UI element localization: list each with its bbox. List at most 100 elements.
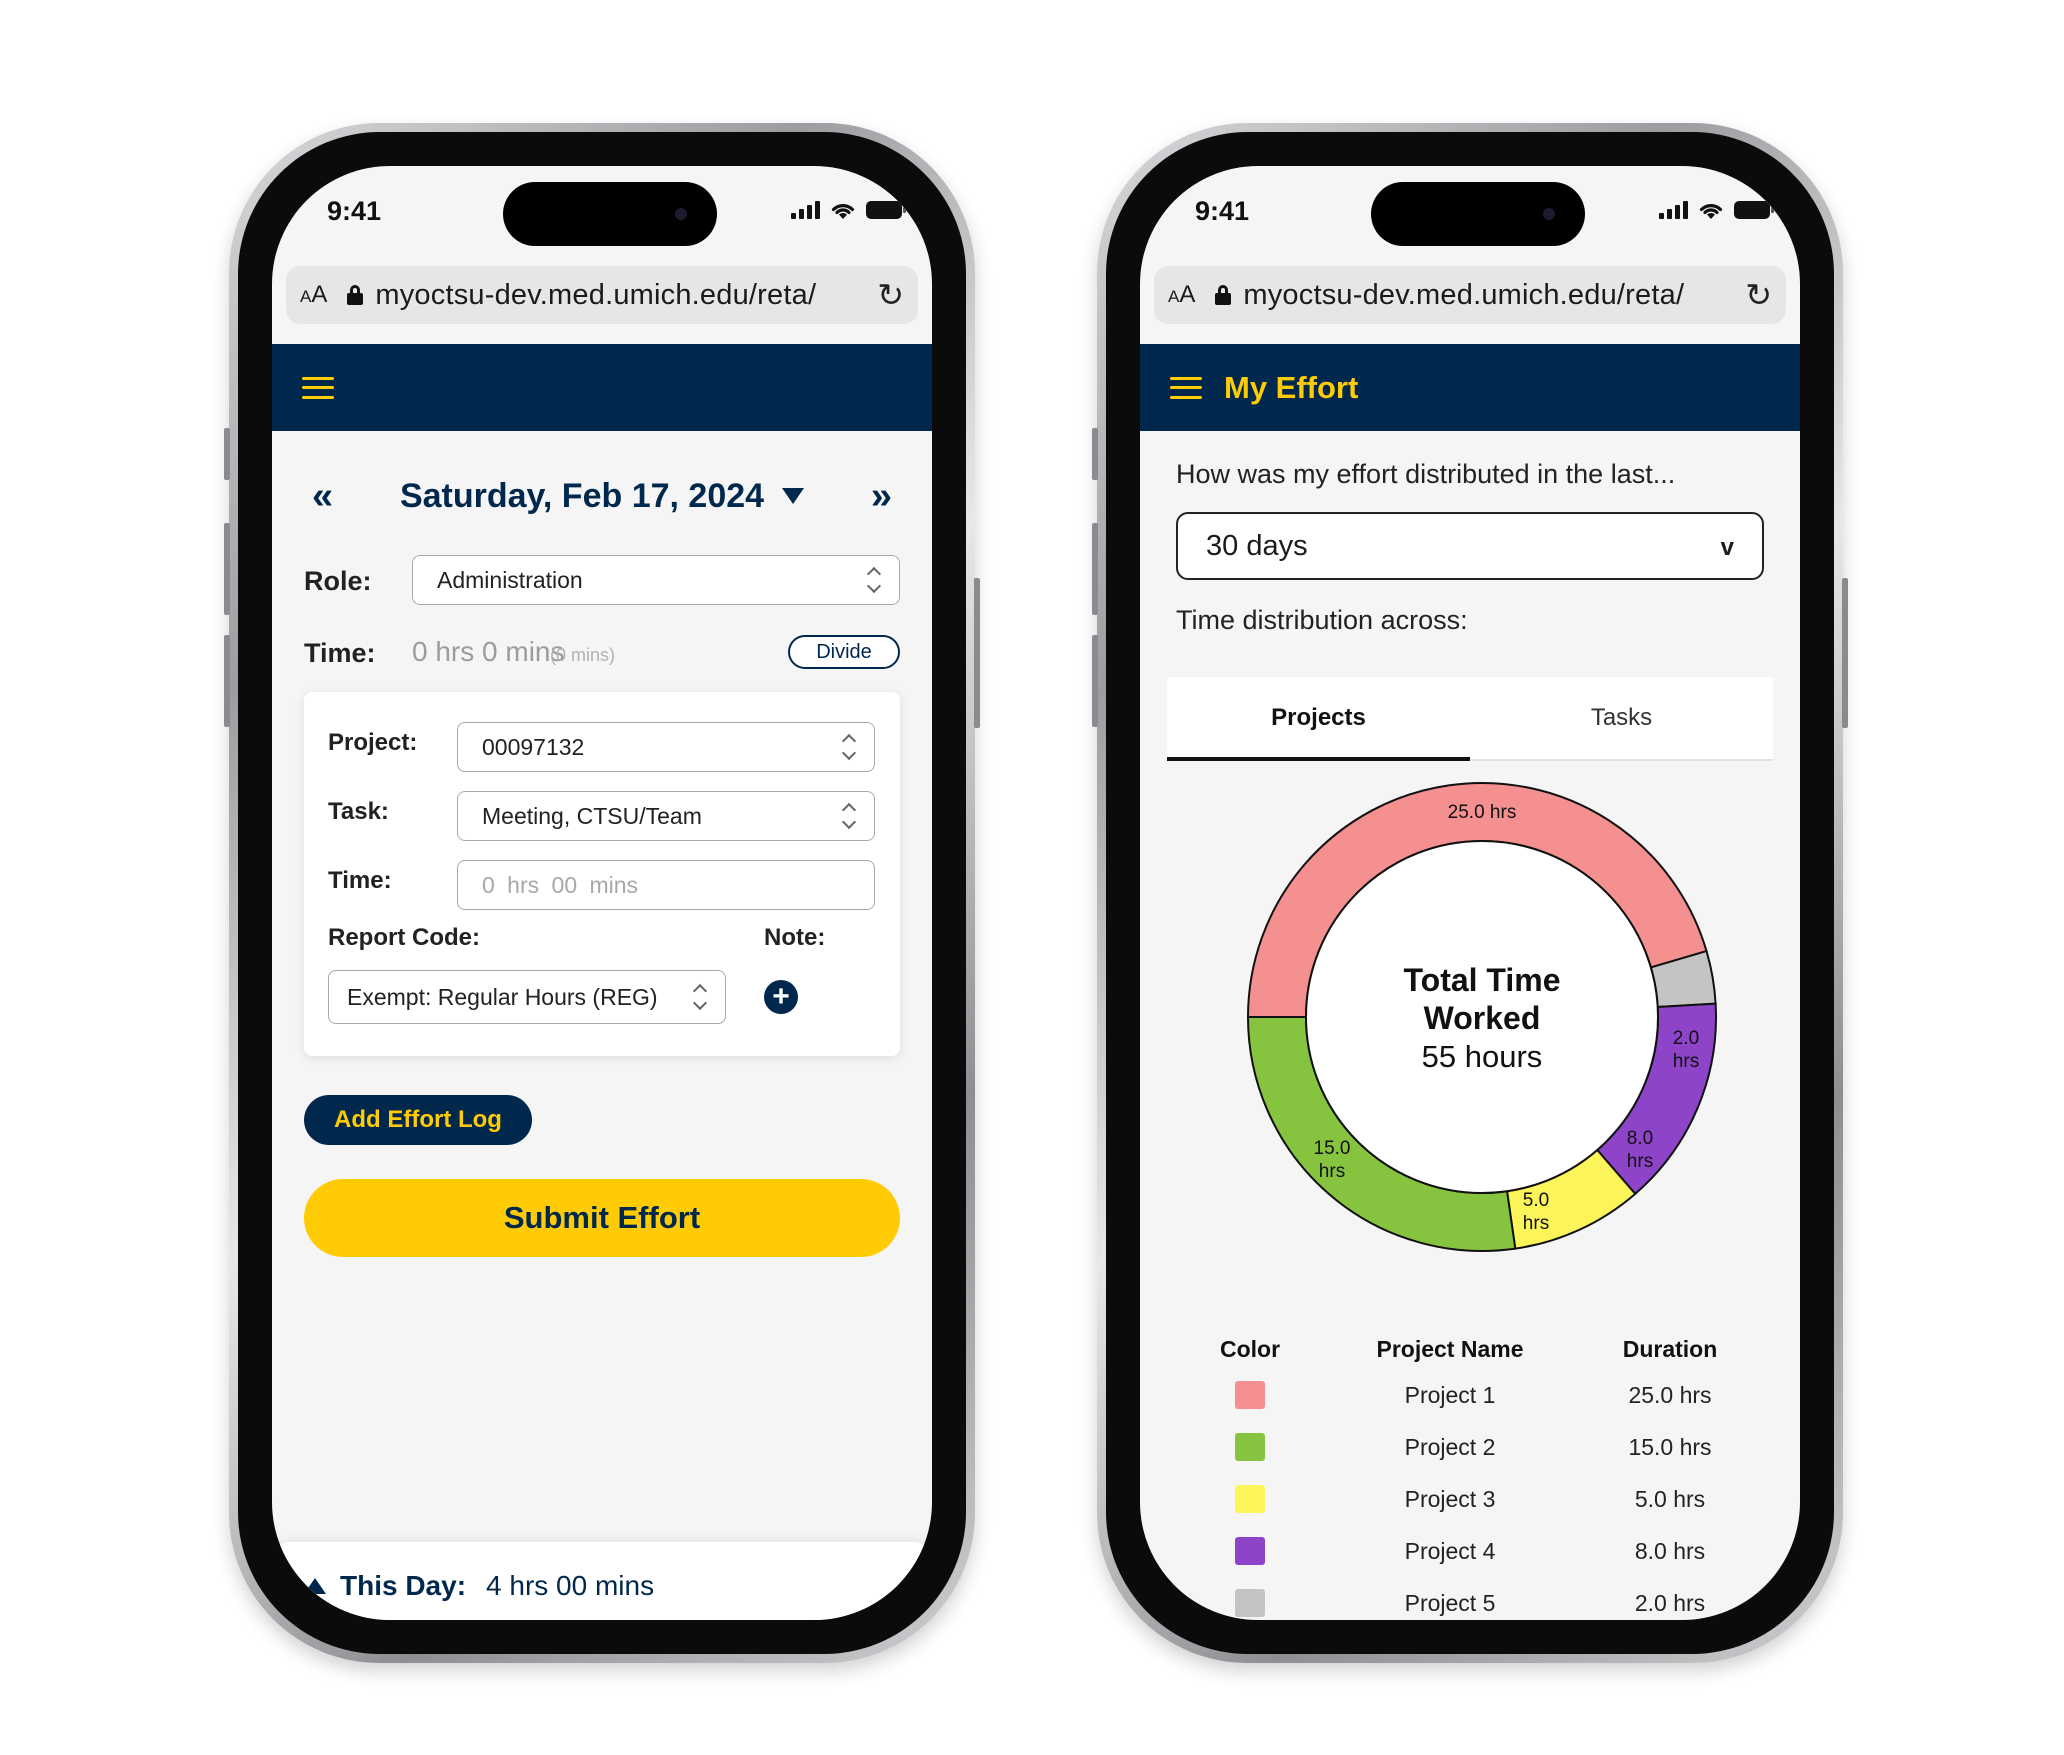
- segment-label-project-1: 25.0 hrs: [1447, 802, 1517, 823]
- up-down-chevron-icon: [867, 566, 881, 594]
- status-icons: [1659, 200, 1774, 220]
- up-down-chevron-icon: [693, 983, 707, 1011]
- wifi-icon: [1699, 204, 1723, 219]
- distribution-question: How was my effort distributed in the las…: [1176, 459, 1676, 489]
- volume-down-button: [1092, 635, 1098, 727]
- browser-address-bar[interactable]: AA myoctsu-dev.med.umich.edu/reta/ ↻: [1154, 266, 1786, 324]
- status-bar: 9:41: [272, 166, 932, 266]
- volume-down-button: [224, 635, 230, 727]
- tab-tasks[interactable]: Tasks: [1470, 677, 1773, 759]
- legend-project-name: Project 5: [1404, 1589, 1496, 1616]
- chevron-down-icon: v: [1720, 534, 1734, 561]
- previous-day-button[interactable]: «: [312, 475, 333, 518]
- legend-swatch: [1235, 1433, 1265, 1461]
- distribution-tabs: Projects Tasks: [1167, 677, 1773, 761]
- time-total-mins: (0 mins): [550, 645, 616, 665]
- task-value: Meeting, CTSU/Team: [482, 802, 702, 829]
- note-label: Note:: [764, 924, 826, 951]
- legend-swatch: [1235, 1589, 1265, 1617]
- url-text[interactable]: myoctsu-dev.med.umich.edu/reta/: [1243, 279, 1745, 312]
- battery-icon: [866, 201, 906, 219]
- browser-address-bar[interactable]: AA myoctsu-dev.med.umich.edu/reta/ ↻: [286, 266, 918, 324]
- screen-effort-entry: 9:41 AA myoctsu-dev.med.umich.edu/reta/ …: [272, 166, 932, 1620]
- menu-icon[interactable]: [302, 376, 334, 399]
- tab-projects[interactable]: Projects: [1167, 677, 1470, 761]
- donut-total: 55 hours: [1421, 1039, 1543, 1074]
- reload-icon[interactable]: ↻: [877, 276, 904, 314]
- segment-label-project-3: 5.0 hrs: [1522, 1190, 1550, 1234]
- legend-swatch: [1235, 1485, 1265, 1513]
- project-label: Project:: [328, 729, 418, 756]
- dynamic-island: [503, 182, 717, 246]
- up-down-chevron-icon: [842, 802, 856, 830]
- project-select[interactable]: 00097132: [457, 722, 875, 772]
- legend-project-name: Project 4: [1404, 1537, 1496, 1564]
- divide-button[interactable]: Divide: [788, 635, 900, 669]
- status-bar: 9:41: [1140, 166, 1800, 266]
- phone-right: 9:41 AA myoctsu-dev.med.umich.edu/reta/ …: [1092, 123, 1848, 1663]
- phone-bezel: 9:41 AA myoctsu-dev.med.umich.edu/reta/ …: [238, 132, 966, 1654]
- phone-bezel: 9:41 AA myoctsu-dev.med.umich.edu/reta/ …: [1106, 132, 1834, 1654]
- legend-row: Project 1 25.0 hrs: [1170, 1369, 1770, 1421]
- legend-table: Color Project Name Duration Project 1 25…: [1170, 1329, 1770, 1620]
- day-summary-value: 4 hrs 00 mins: [486, 1570, 655, 1601]
- legend-duration: 2.0 hrs: [1634, 1589, 1706, 1616]
- legend-row: Project 3 5.0 hrs: [1170, 1473, 1770, 1525]
- action-button: [224, 428, 230, 480]
- donut-title-line2: Worked: [1423, 1000, 1541, 1036]
- project-value: 00097132: [482, 733, 585, 760]
- report-code-label: Report Code:: [328, 924, 480, 951]
- legend-header: Color Project Name Duration: [1170, 1329, 1770, 1369]
- entry-time-input[interactable]: 0 hrs 00 mins: [457, 860, 875, 910]
- status-time: 9:41: [1195, 196, 1250, 226]
- dynamic-island: [1371, 182, 1585, 246]
- segment-label-project-4: 8.0 hrs: [1626, 1128, 1654, 1172]
- lock-icon: [1215, 285, 1232, 305]
- submit-effort-button[interactable]: Submit Effort: [304, 1179, 900, 1257]
- volume-up-button: [224, 523, 230, 615]
- legend-project-name: Project 1: [1404, 1381, 1496, 1408]
- legend-duration: 25.0 hrs: [1628, 1381, 1712, 1408]
- header-title: My Effort: [1224, 369, 1359, 405]
- donut-center: Total Time Worked 55 hours: [1246, 961, 1718, 1075]
- segment-label-project-2: 15.0 hrs: [1313, 1138, 1351, 1182]
- menu-icon[interactable]: [1170, 376, 1202, 399]
- entry-time-label: Time:: [328, 867, 392, 894]
- next-day-button[interactable]: »: [871, 475, 892, 518]
- legend-project-name: Project 2: [1404, 1433, 1496, 1460]
- add-note-button[interactable]: +: [764, 980, 798, 1014]
- legend-row: Project 5 2.0 hrs: [1170, 1577, 1770, 1620]
- caret-up-icon: [304, 1578, 326, 1594]
- date-navigation: « Saturday, Feb 17, 2024 »: [312, 471, 892, 521]
- role-select[interactable]: Administration: [412, 555, 900, 605]
- add-effort-log-button[interactable]: Add Effort Log: [304, 1095, 532, 1145]
- time-total-value: 0 hrs 0 mins: [412, 636, 565, 667]
- volume-up-button: [1092, 523, 1098, 615]
- status-icons: [791, 200, 906, 220]
- donut-title-line1: Total Time: [1403, 962, 1561, 998]
- period-value: 30 days: [1206, 529, 1308, 562]
- report-code-value: Exempt: Regular Hours (REG): [347, 983, 658, 1010]
- period-select[interactable]: 30 days v: [1176, 512, 1764, 580]
- legend-swatch: [1235, 1381, 1265, 1409]
- day-summary-bar[interactable]: This Day: 4 hrs 00 mins: [272, 1542, 932, 1620]
- reload-icon[interactable]: ↻: [1745, 276, 1772, 314]
- date-picker[interactable]: Saturday, Feb 17, 2024: [400, 477, 805, 516]
- url-text[interactable]: myoctsu-dev.med.umich.edu/reta/: [375, 279, 877, 312]
- battery-icon: [1734, 201, 1774, 219]
- text-size-button[interactable]: AA: [300, 281, 327, 309]
- power-button: [1842, 578, 1848, 728]
- phone-left: 9:41 AA myoctsu-dev.med.umich.edu/reta/ …: [224, 123, 980, 1663]
- app-header: My Effort: [1140, 344, 1800, 431]
- task-select[interactable]: Meeting, CTSU/Team: [457, 791, 875, 841]
- legend-header-duration: Duration: [1622, 1335, 1718, 1362]
- report-code-select[interactable]: Exempt: Regular Hours (REG): [328, 970, 726, 1024]
- wifi-icon: [831, 204, 855, 219]
- camera-icon: [675, 208, 687, 220]
- text-size-button[interactable]: AA: [1168, 281, 1195, 309]
- caret-down-icon: [782, 488, 805, 504]
- power-button: [974, 578, 980, 728]
- legend-duration: 8.0 hrs: [1634, 1537, 1706, 1564]
- segment-label-project-5: 2.0 hrs: [1672, 1028, 1700, 1072]
- legend-swatch: [1235, 1537, 1265, 1565]
